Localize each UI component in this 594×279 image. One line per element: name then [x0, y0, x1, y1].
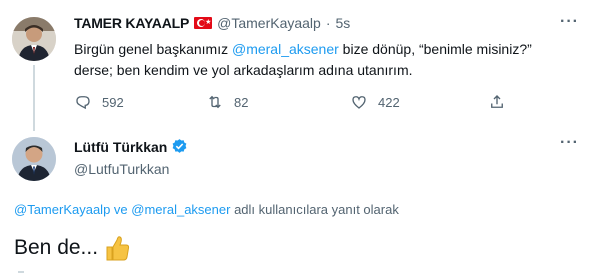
tweet2-author-name[interactable]: Lütfü Türkkan	[74, 139, 167, 155]
tweet1-timestamp[interactable]: 5s	[336, 15, 351, 31]
flag-turkey-icon: ★	[194, 17, 213, 29]
share-button[interactable]	[488, 93, 506, 111]
tweet1-text-part: Birgün genel başkanımız	[74, 41, 232, 57]
retweet-button[interactable]: 82	[206, 93, 248, 111]
tweet1-body: Birgün genel başkanımız @meral_aksener b…	[74, 39, 574, 81]
more-icon[interactable]: ···	[560, 134, 579, 152]
tweet2-header: Lütfü Türkkan @LutfuTurkkan	[74, 138, 188, 177]
tweet1-author-name[interactable]: TAMER KAYAALP	[74, 15, 189, 31]
like-button[interactable]: 422	[350, 93, 400, 111]
retweet-count: 82	[234, 94, 249, 110]
more-icon[interactable]: ···	[560, 13, 579, 31]
divider-fragment	[18, 271, 24, 279]
avatar-tamer-kayaalp[interactable]	[12, 17, 56, 61]
thread-connector-line	[33, 65, 35, 131]
tweet2-body: Ben de...	[14, 234, 130, 262]
share-icon	[491, 95, 503, 108]
reply-button[interactable]: 592	[74, 93, 124, 111]
reply-connector: ve	[110, 202, 132, 217]
reply-mention-tamer[interactable]: @TamerKayaalp	[14, 202, 110, 217]
reply-suffix: adlı kullanıcılara yanıt olarak	[230, 202, 399, 217]
like-count: 422	[378, 94, 400, 110]
retweet-icon	[209, 95, 221, 109]
tweet1-action-bar: 592 82 422	[74, 93, 524, 113]
reply-mention-meral[interactable]: @meral_aksener	[131, 202, 230, 217]
replying-to-line: @TamerKayaalp ve @meral_aksener adlı kul…	[14, 202, 399, 217]
tweet1-header: TAMER KAYAALP ★ @TamerKayaalp · 5s	[74, 15, 350, 31]
tweet1-mention[interactable]: @meral_aksener	[232, 41, 339, 57]
tweet2-text: Ben de...	[14, 236, 99, 259]
tweet1-separator: ·	[325, 15, 331, 31]
verified-icon	[172, 139, 187, 153]
reply-count: 592	[102, 94, 124, 110]
reply-icon	[76, 96, 90, 110]
thumbs-up-icon	[106, 236, 130, 261]
like-icon	[352, 96, 366, 109]
avatar-lutfu-turkkan[interactable]	[12, 137, 56, 181]
tweet1-author-handle[interactable]: @TamerKayaalp	[217, 15, 321, 31]
tweet2-author-handle[interactable]: @LutfuTurkkan	[74, 161, 188, 177]
